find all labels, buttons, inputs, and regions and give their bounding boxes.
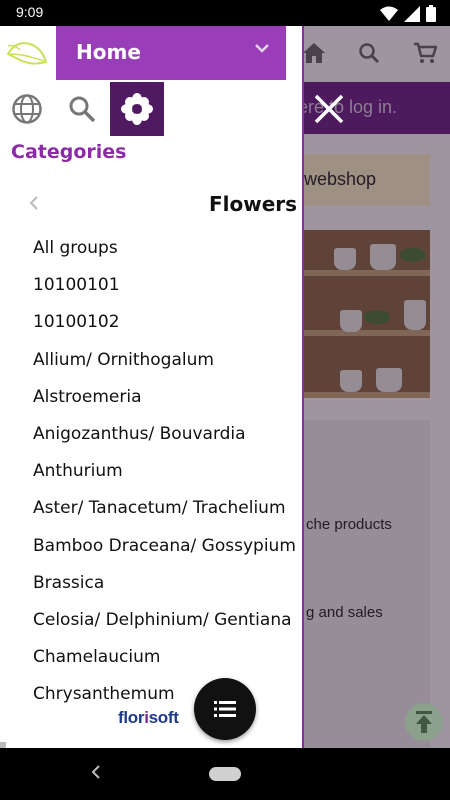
home-select[interactable]: Home (56, 26, 286, 80)
list-menu-button[interactable] (194, 678, 256, 740)
list-item[interactable]: Celosia/ Delphinium/ Gentiana (33, 606, 302, 643)
status-time: 9:09 (16, 4, 44, 20)
drawer-header: Home (0, 26, 302, 82)
florisoft-logo-part: flor (118, 708, 145, 727)
florisoft-logo-part: soft (148, 708, 179, 727)
list-item[interactable]: All groups (33, 234, 302, 271)
category-drawer: Home Categories Flowers All groups 10100… (0, 26, 304, 748)
scroll-to-top-button[interactable] (405, 703, 443, 741)
list-item[interactable]: Alstroemeria (33, 383, 302, 420)
flower-icon (121, 93, 153, 125)
category-list: All groups 10100101 10100102 Allium/ Orn… (33, 234, 302, 717)
home-select-label: Home (76, 40, 141, 64)
list-item[interactable]: Bamboo Draceana/ Gossypium (33, 532, 302, 569)
tab-language[interactable] (0, 82, 54, 136)
status-bar: 9:09 (0, 0, 450, 26)
list-icon (214, 701, 236, 717)
tab-categories[interactable] (110, 82, 164, 136)
home-pill[interactable] (209, 767, 241, 781)
close-icon[interactable] (312, 92, 346, 126)
chevron-left-icon[interactable] (28, 194, 40, 212)
globe-icon (12, 94, 42, 124)
signal-icon (404, 5, 420, 22)
list-item[interactable]: Anigozanthus/ Bouvardia (33, 420, 302, 457)
arrow-up-icon (416, 711, 432, 733)
group-header: Flowers (0, 186, 302, 222)
list-item[interactable]: Allium/ Ornithogalum (33, 346, 302, 383)
tab-search[interactable] (55, 82, 109, 136)
categories-title: Categories (11, 141, 127, 163)
list-item[interactable]: 10100102 (33, 308, 302, 345)
list-item[interactable]: Anthurium (33, 457, 302, 494)
list-item[interactable]: Brassica (33, 569, 302, 606)
wifi-icon (380, 6, 398, 21)
list-item[interactable]: Aster/ Tanacetum/ Trachelium (33, 494, 302, 531)
back-icon[interactable] (90, 764, 102, 780)
search-icon (69, 96, 96, 123)
list-item[interactable]: 10100101 (33, 271, 302, 308)
status-icons (380, 5, 436, 22)
app-area: ere to log in. webshop che products g an… (0, 26, 450, 748)
florisoft-logo: florisoft (118, 708, 179, 728)
group-title: Flowers (209, 192, 298, 216)
leaf-logo-icon (6, 42, 48, 65)
chevron-down-icon (255, 44, 269, 53)
system-nav-bar (0, 748, 450, 800)
drawer-tabs (0, 82, 302, 136)
battery-icon (426, 5, 436, 22)
list-item[interactable]: Chamelaucium (33, 643, 302, 680)
